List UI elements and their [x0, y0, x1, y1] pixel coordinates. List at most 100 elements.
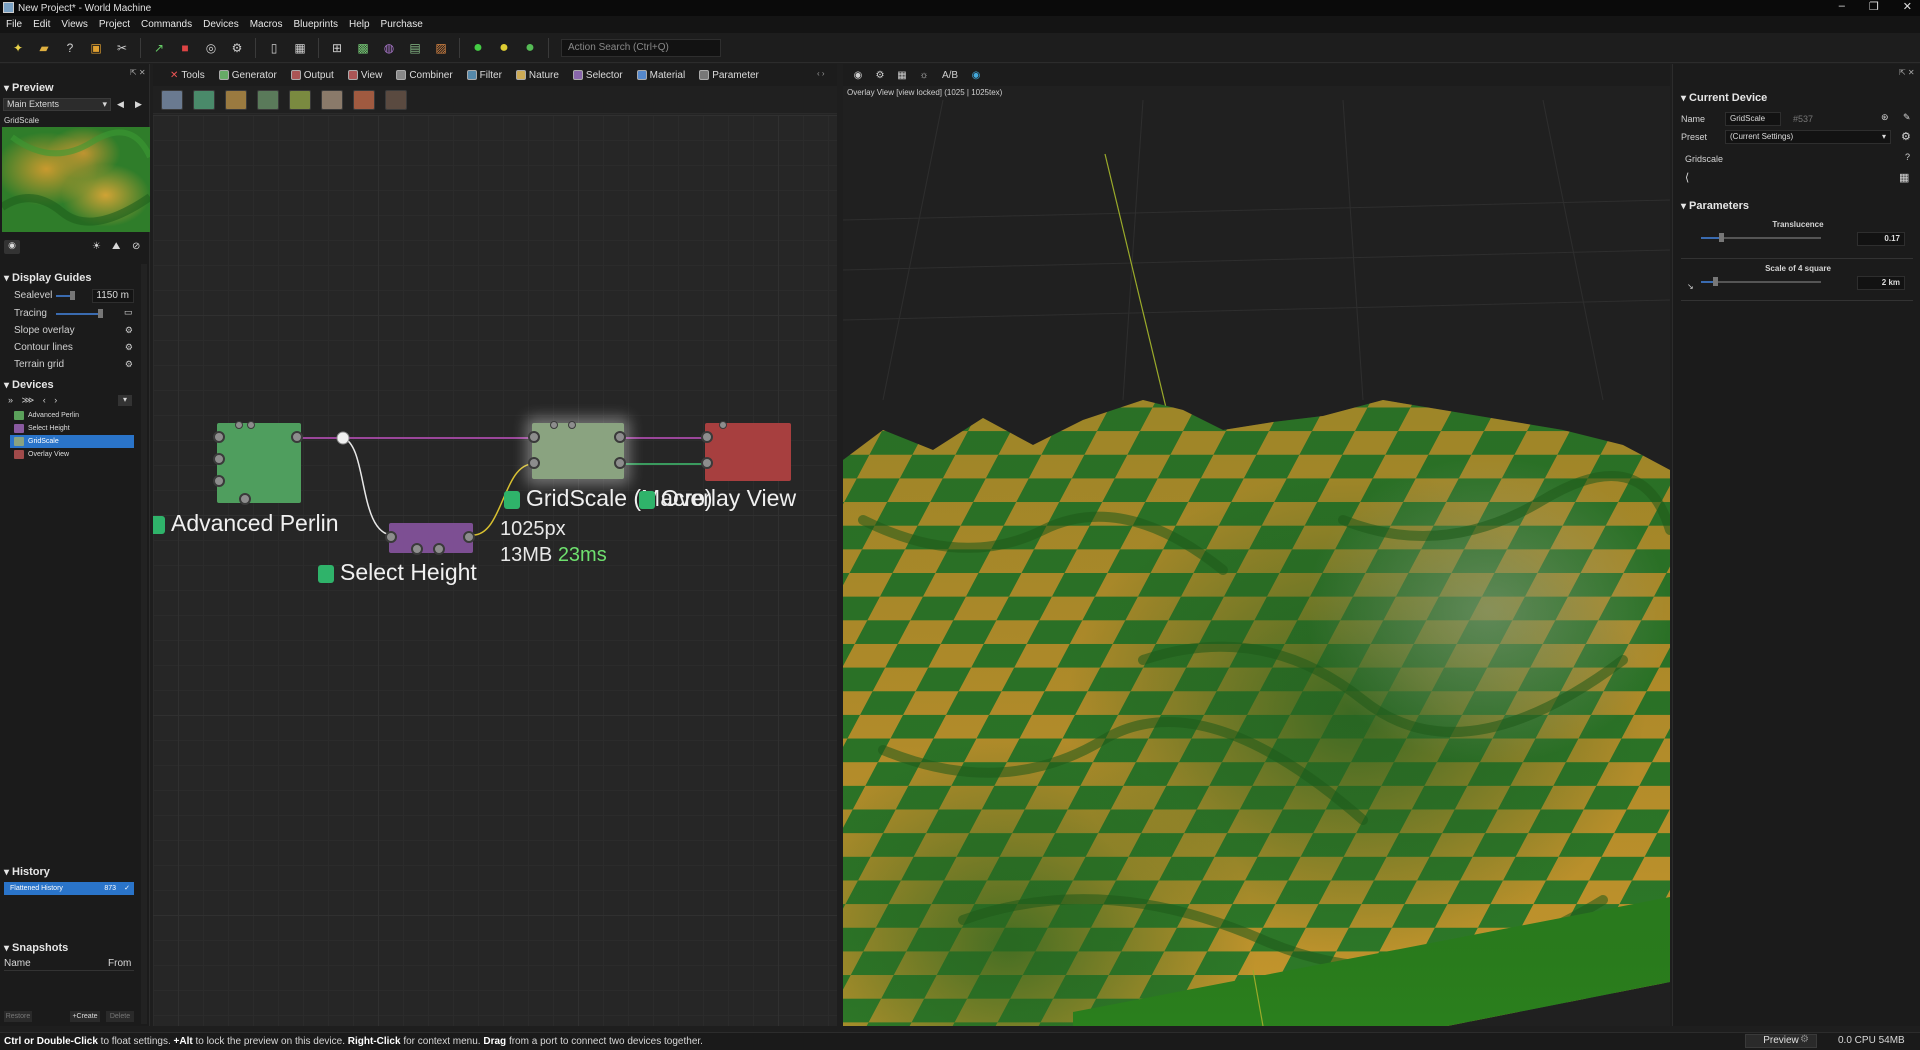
light-icon[interactable]: ☀	[92, 241, 101, 252]
menu-macros[interactable]: Macros	[250, 19, 283, 30]
tab-generator[interactable]: Generator	[212, 64, 284, 86]
tab-scroll-icon[interactable]: ‹ ›	[817, 69, 825, 78]
slope-gear-icon[interactable]: ⚙	[125, 325, 133, 336]
input-port[interactable]	[528, 457, 540, 469]
graph-canvas[interactable]: Advanced Perlin Select Height GridScale …	[153, 115, 837, 1026]
scale-track[interactable]	[1701, 281, 1821, 283]
paint-icon[interactable]: ▨	[431, 38, 451, 58]
extents-select[interactable]: Main Extents ▾	[3, 98, 111, 111]
input-port[interactable]	[213, 431, 225, 443]
param-port[interactable]	[235, 421, 243, 429]
log-scale-icon[interactable]: ↘	[1687, 282, 1694, 291]
device-tool-1-icon[interactable]	[161, 90, 183, 110]
menu-edit[interactable]: Edit	[33, 19, 50, 30]
device-item-select-height[interactable]: Select Height	[10, 422, 134, 435]
current-device-title[interactable]: Current Device	[1681, 92, 1767, 104]
snapshots-title[interactable]: Snapshots	[4, 942, 68, 954]
tab-nature[interactable]: Nature	[509, 64, 566, 86]
translucence-value[interactable]: 0.17	[1857, 232, 1905, 246]
node-advanced-perlin[interactable]	[213, 421, 303, 505]
history-item[interactable]: Flattened History 873 ✓	[4, 882, 134, 895]
help-icon[interactable]: ?	[1905, 152, 1910, 162]
input-port[interactable]	[213, 453, 225, 465]
folder-icon[interactable]: ▭	[124, 307, 133, 318]
input-port[interactable]	[213, 475, 225, 487]
settings-icon[interactable]: ⚙	[227, 38, 247, 58]
history-title[interactable]: History	[4, 866, 50, 878]
tab-tools[interactable]: ✕ Tools	[163, 64, 212, 86]
display-guides-title[interactable]: Display Guides	[4, 272, 91, 284]
target-icon[interactable]: ◎	[201, 38, 221, 58]
device-tool-8-icon[interactable]	[385, 90, 407, 110]
node-overlay-view[interactable]	[701, 421, 791, 481]
scale-knob[interactable]	[1713, 277, 1718, 286]
output-port[interactable]	[614, 431, 626, 443]
globe-icon[interactable]: ◍	[379, 38, 399, 58]
ab-compare-icon[interactable]: A/B	[939, 68, 961, 82]
output-port[interactable]	[463, 531, 475, 543]
bottom-port[interactable]	[239, 493, 251, 505]
terrain-icon[interactable]: ⛰	[112, 241, 120, 252]
wizard-icon[interactable]: ?	[60, 38, 80, 58]
menu-file[interactable]: File	[6, 19, 22, 30]
camera-icon[interactable]: ◉	[851, 68, 865, 82]
menu-help[interactable]: Help	[349, 19, 370, 30]
input-port[interactable]	[701, 457, 713, 469]
device-tool-4-icon[interactable]	[257, 90, 279, 110]
delete-button[interactable]: Delete	[106, 1011, 134, 1022]
node-gridscale[interactable]	[528, 421, 626, 479]
device-tool-7-icon[interactable]	[353, 90, 375, 110]
contour-gear-icon[interactable]: ⚙	[125, 342, 133, 353]
output-port[interactable]	[614, 457, 626, 469]
left-scrollbar[interactable]	[141, 264, 147, 1024]
sealevel-knob[interactable]	[70, 291, 75, 300]
tab-selector[interactable]: Selector	[566, 64, 630, 86]
close-icon[interactable]: ✕	[1903, 0, 1912, 13]
devices-title[interactable]: Devices	[4, 379, 54, 391]
share-icon[interactable]: ⟨	[1685, 171, 1689, 184]
input-port[interactable]	[528, 431, 540, 443]
minimize-icon[interactable]: –	[1839, 0, 1845, 13]
menu-purchase[interactable]: Purchase	[381, 19, 423, 30]
new-project-icon[interactable]: ✦	[8, 38, 28, 58]
tab-filter[interactable]: Filter	[460, 64, 509, 86]
terrain-grid-gear-icon[interactable]: ⚙	[125, 359, 133, 370]
device-item-overlay-view[interactable]: Overlay View	[10, 448, 134, 461]
menu-commands[interactable]: Commands	[141, 19, 192, 30]
expand-collapse-icons[interactable]: » ⋙ ‹ ›	[8, 395, 60, 406]
device-tool-3-icon[interactable]	[225, 90, 247, 110]
tracing-knob[interactable]	[98, 309, 103, 318]
menu-devices[interactable]: Devices	[203, 19, 239, 30]
param-port[interactable]	[247, 421, 255, 429]
stop-icon[interactable]: ■	[175, 38, 195, 58]
sync-icon[interactable]: ◉	[969, 68, 983, 82]
input-port[interactable]	[701, 431, 713, 443]
prev-arrow-icon[interactable]: ◀	[117, 99, 124, 110]
terrain-grid-label[interactable]: Terrain grid	[14, 359, 64, 370]
grid-settings-icon[interactable]: ▦	[1899, 171, 1909, 184]
menu-views[interactable]: Views	[61, 19, 88, 30]
yellow-sphere-icon[interactable]: ●	[494, 38, 514, 58]
device-item-gridscale[interactable]: GridScale	[10, 435, 134, 448]
device-item-advanced-perlin[interactable]: Advanced Perlin	[10, 409, 134, 422]
device-tool-5-icon[interactable]	[289, 90, 311, 110]
device-menu-icon[interactable]: ▾	[118, 395, 132, 406]
hide-icon[interactable]: ⊘	[132, 241, 140, 252]
tracing-slider[interactable]	[56, 313, 100, 315]
save-icon[interactable]: ▣	[86, 38, 106, 58]
panel-layout-icon[interactable]: ▯	[264, 38, 284, 58]
parameters-title[interactable]: Parameters	[1681, 200, 1749, 212]
preview-thumbnail[interactable]	[2, 127, 150, 232]
texture-icon[interactable]: ▦	[895, 68, 909, 82]
tab-output[interactable]: Output	[284, 64, 341, 86]
bottom-port[interactable]	[433, 543, 445, 555]
3d-viewport[interactable]: ◉ ⚙ ▦ ☼ A/B ◉ Overlay View [view locked]…	[843, 64, 1670, 1026]
edit-icon[interactable]: ✎	[1903, 112, 1911, 123]
next-arrow-icon[interactable]: ▶	[135, 99, 142, 110]
preset-select[interactable]: (Current Settings) ▾	[1725, 130, 1891, 144]
sealevel-field[interactable]: 1150 m	[92, 289, 134, 303]
export-icon[interactable]: ⊞	[327, 38, 347, 58]
restore-icon[interactable]: ❐	[1869, 0, 1879, 13]
scale-value[interactable]: 2 km	[1857, 276, 1905, 290]
node-select-height[interactable]	[385, 523, 475, 555]
